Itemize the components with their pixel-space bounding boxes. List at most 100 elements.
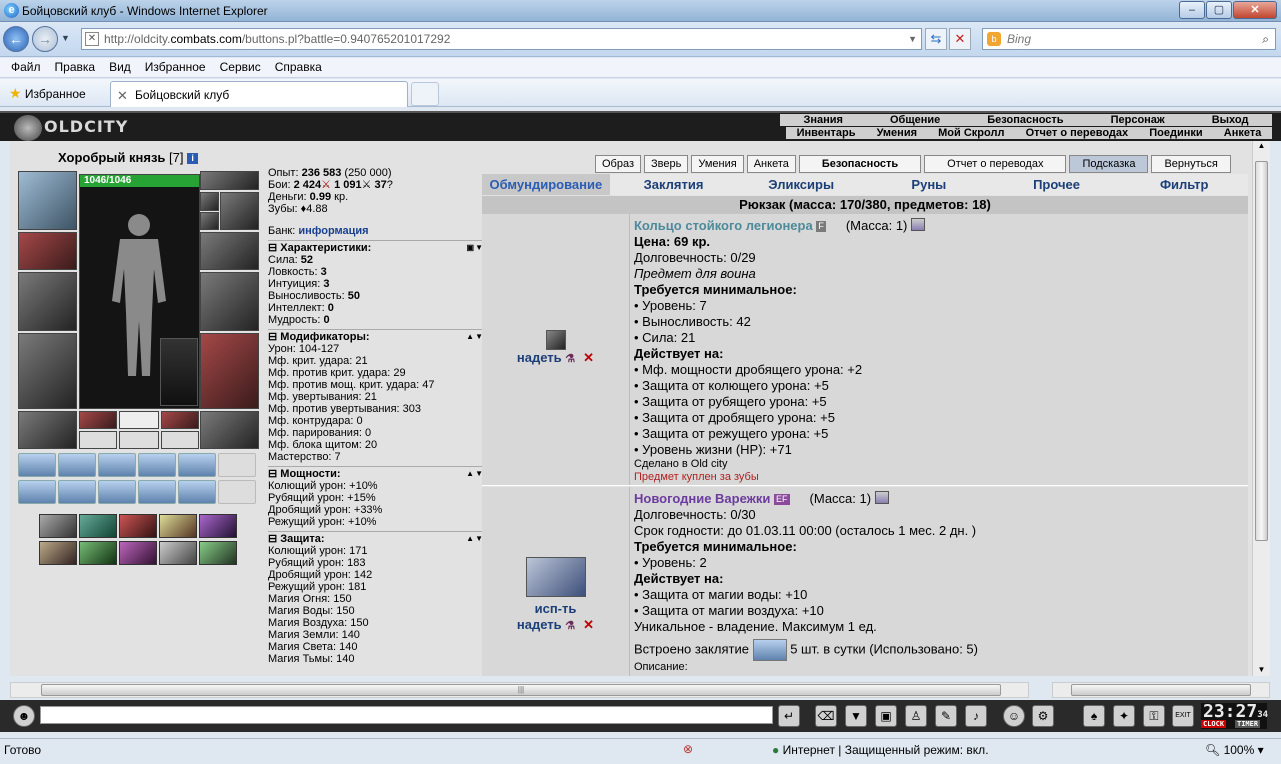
tab-runes[interactable]: Руны (865, 174, 993, 195)
address-dropdown-icon[interactable]: ▼ (908, 29, 917, 49)
tab-combats[interactable]: ✕ Бойцовский клуб (110, 81, 408, 107)
weapon-slot[interactable] (18, 272, 77, 331)
pen-icon[interactable]: ✎ (935, 705, 957, 727)
legs-slot[interactable] (200, 333, 259, 409)
nav-communication[interactable]: Общение (890, 114, 940, 126)
nav-skills[interactable]: Умения (877, 127, 917, 139)
smiley-icon[interactable]: ☺ (1003, 705, 1025, 727)
potion-slot-2[interactable] (161, 411, 199, 429)
delete-icon[interactable]: ✕ (583, 350, 594, 365)
nav-exit[interactable]: Выход (1212, 114, 1249, 126)
tab-equipment[interactable]: Обмундирование (482, 174, 610, 195)
nav-security[interactable]: Безопасность (987, 114, 1063, 126)
amulet-slot[interactable] (200, 232, 259, 270)
bank-info-link[interactable]: информация (298, 225, 368, 237)
empty-slot-3[interactable] (119, 431, 159, 449)
vertical-scrollbar[interactable]: ▲ ▼ (1252, 141, 1270, 676)
tab-spells[interactable]: Заклятия (610, 174, 738, 195)
rune-slot[interactable] (159, 541, 197, 565)
gloves-slot[interactable] (220, 192, 259, 230)
defense-header[interactable]: ⊟ Защита: ▲▼ (268, 531, 484, 545)
image-button[interactable]: Образ (595, 155, 642, 173)
characteristics-header[interactable]: ⊟ Характеристики: ▣▼ (268, 240, 484, 254)
profile-button[interactable]: Анкета (746, 155, 796, 173)
scroll-slot[interactable] (18, 480, 56, 504)
scroll-slot[interactable] (18, 453, 56, 477)
filter-icon[interactable]: ▼ (845, 705, 867, 727)
favorites-button[interactable]: ★ Избранное (9, 85, 86, 102)
save-icon[interactable]: ▣ (875, 705, 897, 727)
menu-help[interactable]: Справка (275, 58, 328, 77)
rune-slot[interactable] (199, 541, 237, 565)
tab-elixirs[interactable]: Эликсиры (737, 174, 865, 195)
eraser-icon[interactable]: ⌫ (815, 705, 837, 727)
address-field[interactable]: ✕ http://oldcity.combats.com/buttons.pl?… (81, 28, 922, 50)
transfer-report-button[interactable]: Отчет о переводах (924, 155, 1067, 173)
tab-other[interactable]: Прочее (993, 174, 1121, 195)
scroll-slot[interactable] (98, 480, 136, 504)
nav-fights[interactable]: Поединки (1149, 127, 1202, 139)
back-button[interactable]: ← (3, 26, 29, 52)
armor-slot[interactable] (18, 333, 77, 409)
skills-button[interactable]: Умения (691, 155, 744, 173)
info-icon[interactable]: i (187, 153, 199, 164)
search-field[interactable]: b Bing ⌕ (982, 28, 1276, 50)
rune-slot[interactable] (79, 541, 117, 565)
scroll-slot[interactable] (58, 453, 96, 477)
refresh-icon[interactable]: ⇆ (925, 28, 947, 50)
power-header[interactable]: ⊟ Мощности: ▲▼ (268, 466, 484, 480)
nav-inventory[interactable]: Инвентарь (797, 127, 856, 139)
modifiers-header[interactable]: ⊟ Модификаторы: ▲▼ (268, 329, 484, 343)
empty-slot-4[interactable] (161, 431, 199, 449)
exit-icon[interactable]: EXIT (1172, 705, 1194, 727)
helmet-slot[interactable] (18, 171, 77, 230)
rune-slot[interactable] (79, 514, 117, 538)
sound-icon[interactable]: ♪ (965, 705, 987, 727)
menu-view[interactable]: Вид (109, 58, 137, 77)
nav-transfer-report[interactable]: Отчет о переводах (1026, 127, 1129, 139)
scroll-slot[interactable] (138, 480, 176, 504)
forward-button[interactable]: → (32, 26, 58, 52)
scroll-slot[interactable] (98, 453, 136, 477)
tab-filter[interactable]: Фильтр (1120, 174, 1248, 195)
horizontal-scrollbar[interactable]: ||| (10, 682, 1029, 698)
shield-slot[interactable] (200, 272, 259, 331)
history-dropdown-icon[interactable]: ▼ (61, 33, 70, 43)
pet-button[interactable]: Зверь (644, 155, 689, 173)
nav-character[interactable]: Персонаж (1111, 114, 1165, 126)
menu-favorites[interactable]: Избранное (145, 58, 212, 77)
stop-icon[interactable]: ✕ (949, 28, 971, 50)
ring-slot-1[interactable] (200, 192, 219, 211)
sell-icon[interactable]: ⚗ (565, 620, 575, 632)
quest-icon[interactable]: ✦ (1113, 705, 1135, 727)
scroll-thumb[interactable] (1071, 684, 1251, 696)
pet-slot[interactable] (160, 338, 198, 406)
hint-button[interactable]: Подсказка (1069, 155, 1149, 173)
bracers-slot[interactable] (18, 232, 77, 270)
security-button[interactable]: Безопасность (798, 155, 922, 173)
nav-profile[interactable]: Анкета (1224, 127, 1262, 139)
empty-slot-1[interactable] (119, 411, 159, 429)
rune-slot[interactable] (119, 541, 157, 565)
ring-slot-2[interactable] (200, 212, 219, 230)
chat-settings-icon[interactable]: ⚙ (1032, 705, 1054, 727)
scroll-slot[interactable] (138, 453, 176, 477)
maximize-button[interactable]: ▢ (1206, 1, 1232, 19)
back-game-button[interactable]: Вернуться (1151, 155, 1231, 173)
bag-icon[interactable]: ♠ (1083, 705, 1105, 727)
scroll-slot[interactable] (58, 480, 96, 504)
zoom-level[interactable]: 🔍︎ 100% ▾ (1205, 743, 1264, 757)
search-icon[interactable]: ⌕ (1262, 29, 1269, 49)
scroll-slot-empty[interactable] (218, 480, 256, 504)
nav-my-scroll[interactable]: Мой Скролл (938, 127, 1004, 139)
earring-slot[interactable] (200, 171, 259, 190)
menu-file[interactable]: Файл (11, 58, 47, 77)
scroll-thumb[interactable] (1255, 161, 1268, 541)
potion-slot-1[interactable] (79, 411, 117, 429)
person-icon[interactable]: ♙ (905, 705, 927, 727)
rune-slot[interactable] (159, 514, 197, 538)
boots-slot[interactable] (200, 411, 259, 449)
use-link[interactable]: исп-ть (482, 601, 629, 617)
scroll-thumb[interactable]: ||| (41, 684, 1001, 696)
minimize-button[interactable]: – (1179, 1, 1205, 19)
